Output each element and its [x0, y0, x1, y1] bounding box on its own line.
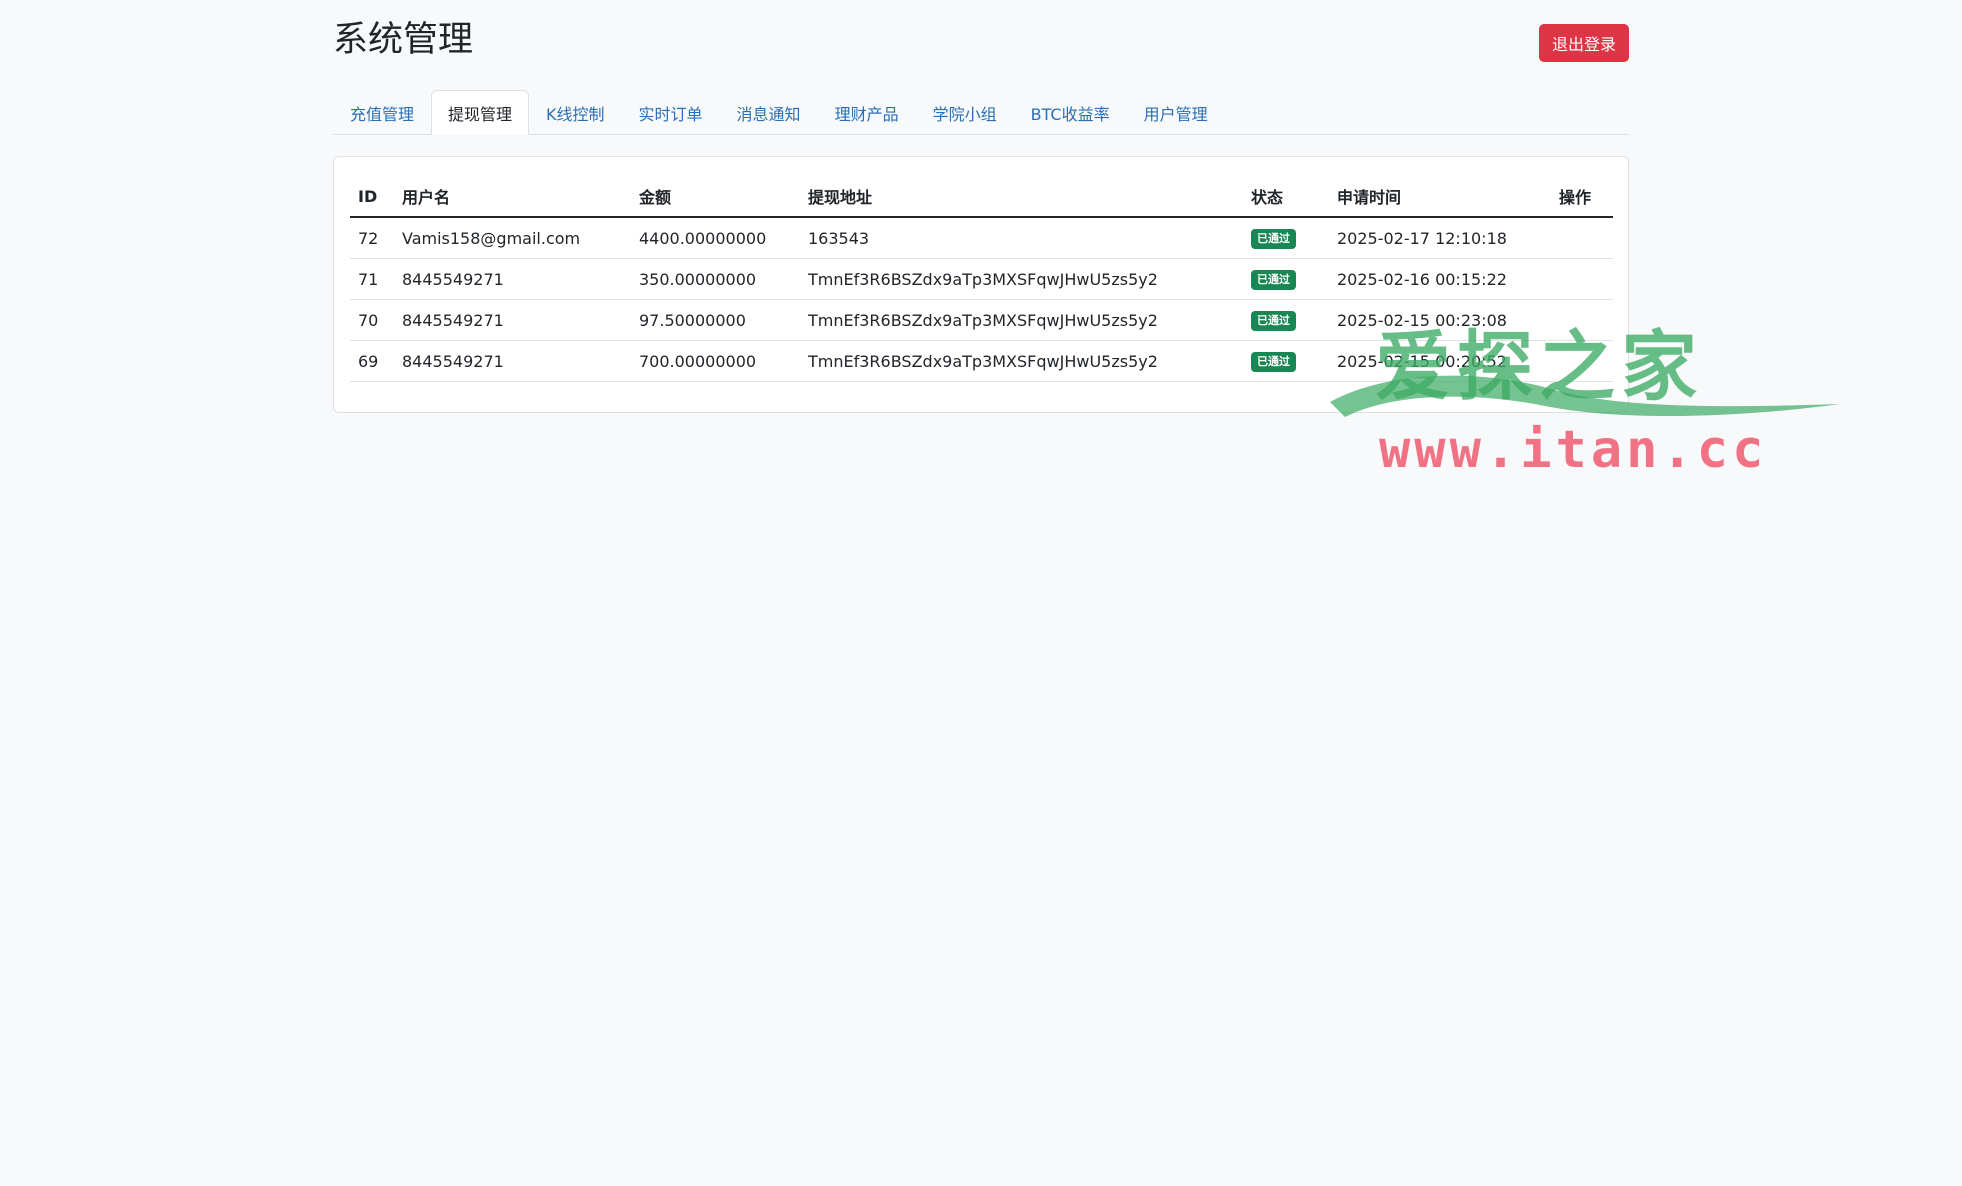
column-header-address: 提现地址 — [800, 176, 1243, 218]
column-header-time: 申请时间 — [1329, 176, 1551, 218]
watermark-url-text: www.itan.cc — [1379, 420, 1768, 480]
nav-tabs: 充值管理 提现管理 K线控制 实时订单 消息通知 理财产品 学院小组 BTC收益… — [333, 90, 1629, 135]
cell-id: 69 — [350, 340, 394, 382]
cell-status: 已通过 — [1243, 217, 1329, 259]
table-row: 71 8445549271 350.00000000 TmnEf3R6BSZdx… — [350, 258, 1613, 300]
tab-academy-groups[interactable]: 学院小组 — [916, 90, 1014, 134]
cell-time: 2025-02-15 00:23:08 — [1329, 299, 1551, 341]
tab-user-management[interactable]: 用户管理 — [1127, 90, 1225, 134]
cell-address: 163543 — [800, 217, 1243, 259]
cell-action — [1551, 217, 1613, 259]
logout-button[interactable]: 退出登录 — [1538, 24, 1629, 62]
page-header: 系统管理 退出登录 — [333, 0, 1629, 86]
cell-address: TmnEf3R6BSZdx9aTp3MXSFqwJHwU5zs5y2 — [800, 258, 1243, 300]
table-row: 72 Vamis158@gmail.com 4400.00000000 1635… — [350, 217, 1613, 259]
cell-username: 8445549271 — [394, 258, 631, 300]
tab-withdraw-management[interactable]: 提现管理 — [431, 90, 530, 135]
cell-amount: 700.00000000 — [631, 340, 800, 382]
status-badge: 已通过 — [1251, 352, 1296, 372]
cell-id: 71 — [350, 258, 394, 300]
tab-kline-control[interactable]: K线控制 — [529, 90, 622, 134]
cell-status: 已通过 — [1243, 340, 1329, 382]
cell-time: 2025-02-16 00:15:22 — [1329, 258, 1551, 300]
column-header-amount: 金额 — [631, 176, 800, 218]
withdrawals-card: ID 用户名 金额 提现地址 状态 申请时间 操作 72 Vamis158@gm… — [333, 156, 1629, 413]
table-row: 70 8445549271 97.50000000 TmnEf3R6BSZdx9… — [350, 299, 1613, 341]
tab-wealth-products[interactable]: 理财产品 — [818, 90, 916, 134]
cell-username: Vamis158@gmail.com — [394, 217, 631, 259]
cell-amount: 97.50000000 — [631, 299, 800, 341]
status-badge: 已通过 — [1251, 270, 1296, 290]
cell-username: 8445549271 — [394, 340, 631, 382]
table-header-row: ID 用户名 金额 提现地址 状态 申请时间 操作 — [350, 176, 1613, 218]
cell-status: 已通过 — [1243, 299, 1329, 341]
cell-action — [1551, 299, 1613, 341]
cell-username: 8445549271 — [394, 299, 631, 341]
tab-recharge-management[interactable]: 充值管理 — [333, 90, 431, 134]
column-header-status: 状态 — [1243, 176, 1329, 218]
cell-address: TmnEf3R6BSZdx9aTp3MXSFqwJHwU5zs5y2 — [800, 299, 1243, 341]
cell-id: 72 — [350, 217, 394, 259]
cell-time: 2025-02-15 00:20:52 — [1329, 340, 1551, 382]
tab-notifications[interactable]: 消息通知 — [720, 90, 818, 134]
cell-action — [1551, 258, 1613, 300]
page-title: 系统管理 — [333, 20, 474, 60]
cell-address: TmnEf3R6BSZdx9aTp3MXSFqwJHwU5zs5y2 — [800, 340, 1243, 382]
cell-status: 已通过 — [1243, 258, 1329, 300]
tab-realtime-orders[interactable]: 实时订单 — [622, 90, 720, 134]
cell-id: 70 — [350, 299, 394, 341]
cell-time: 2025-02-17 12:10:18 — [1329, 217, 1551, 259]
withdrawals-table: ID 用户名 金额 提现地址 状态 申请时间 操作 72 Vamis158@gm… — [350, 176, 1613, 382]
cell-action — [1551, 340, 1613, 382]
column-header-id: ID — [350, 176, 394, 218]
column-header-username: 用户名 — [394, 176, 631, 218]
cell-amount: 4400.00000000 — [631, 217, 800, 259]
status-badge: 已通过 — [1251, 311, 1296, 331]
column-header-action: 操作 — [1551, 176, 1613, 218]
cell-amount: 350.00000000 — [631, 258, 800, 300]
table-row: 69 8445549271 700.00000000 TmnEf3R6BSZdx… — [350, 340, 1613, 382]
main-container: 系统管理 退出登录 充值管理 提现管理 K线控制 实时订单 消息通知 理财产品 … — [333, 0, 1629, 413]
status-badge: 已通过 — [1251, 229, 1296, 249]
tab-btc-yield[interactable]: BTC收益率 — [1014, 90, 1127, 134]
